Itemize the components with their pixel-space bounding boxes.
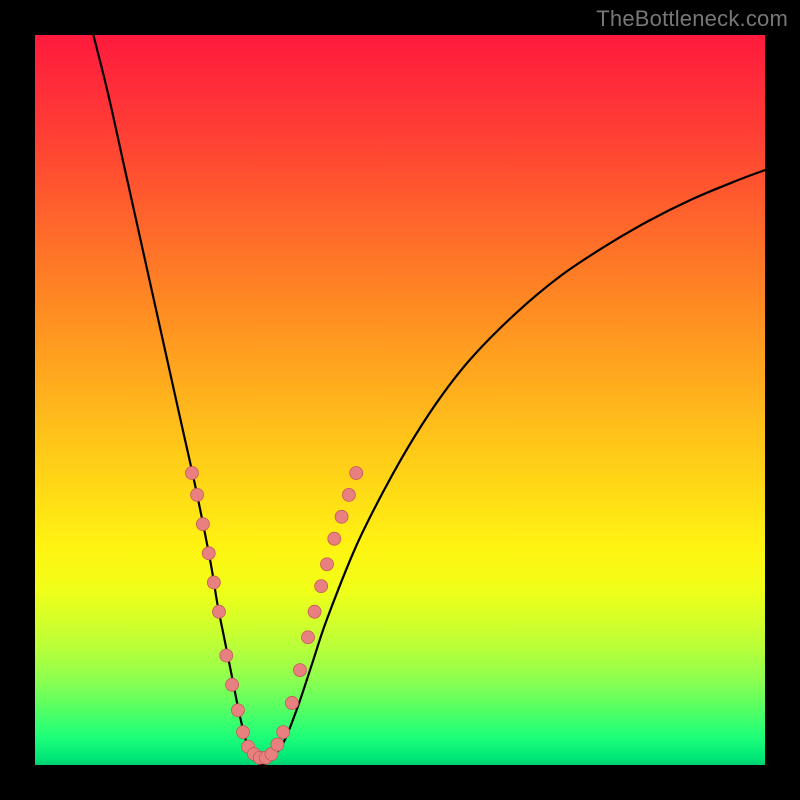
highlight-dot bbox=[185, 467, 198, 480]
highlight-dot bbox=[212, 605, 225, 618]
highlight-dot bbox=[220, 649, 233, 662]
highlight-dot bbox=[226, 678, 239, 691]
highlight-dot bbox=[196, 518, 209, 531]
highlight-dot bbox=[191, 488, 204, 501]
highlight-dot bbox=[271, 738, 284, 751]
highlight-dot bbox=[342, 488, 355, 501]
bottleneck-curve bbox=[93, 35, 765, 765]
highlight-dot bbox=[293, 664, 306, 677]
watermark-text: TheBottleneck.com bbox=[596, 6, 788, 32]
curve-svg bbox=[35, 35, 765, 765]
highlight-dot bbox=[237, 726, 250, 739]
highlight-dot bbox=[335, 510, 348, 523]
chart-container: TheBottleneck.com bbox=[0, 0, 800, 800]
highlight-dot bbox=[302, 631, 315, 644]
highlight-dot bbox=[315, 580, 328, 593]
highlight-dot bbox=[285, 696, 298, 709]
highlight-dot bbox=[207, 576, 220, 589]
highlight-dot bbox=[350, 467, 363, 480]
highlight-dot bbox=[277, 726, 290, 739]
highlight-dot bbox=[231, 704, 244, 717]
highlight-dot bbox=[202, 547, 215, 560]
highlight-dot bbox=[328, 532, 341, 545]
highlight-dot bbox=[308, 605, 321, 618]
highlight-dot bbox=[321, 558, 334, 571]
highlight-dots bbox=[185, 467, 362, 765]
plot-area bbox=[35, 35, 765, 765]
